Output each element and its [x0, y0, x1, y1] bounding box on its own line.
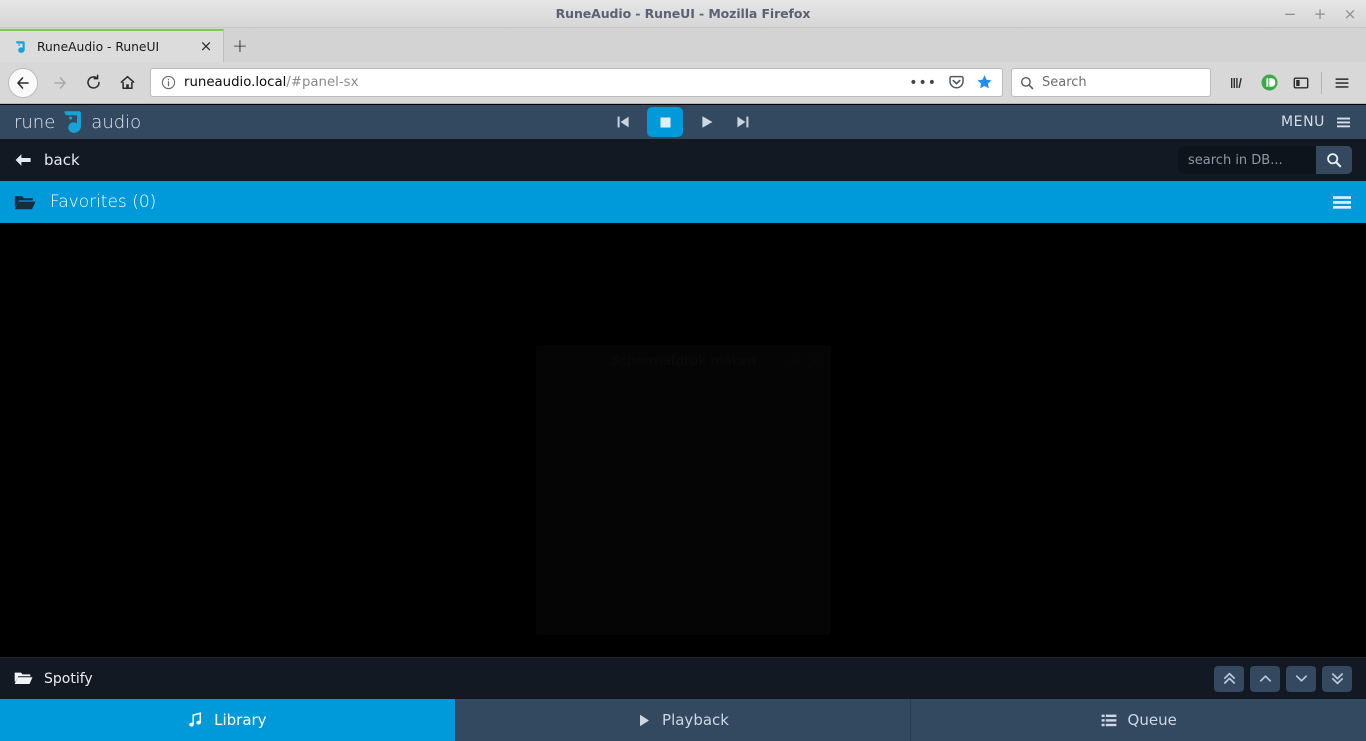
hamburger-menu-icon[interactable]	[1326, 67, 1358, 99]
page-info-icon[interactable]	[159, 74, 177, 92]
tab-queue[interactable]: Queue	[910, 699, 1366, 741]
app-subbar: back	[0, 139, 1366, 181]
runeaudio-logo[interactable]: rune audio	[14, 109, 141, 135]
favorites-label: Favorites (0)	[50, 192, 157, 212]
back-button[interactable]: back	[14, 151, 80, 169]
scroll-buttons	[1214, 665, 1352, 692]
tab-playback[interactable]: Playback	[454, 699, 911, 741]
db-search-group	[1178, 146, 1352, 174]
next-track-button[interactable]	[731, 110, 755, 134]
tab-library[interactable]: Library	[0, 699, 455, 741]
library-icon[interactable]	[1221, 67, 1253, 99]
favorites-bar[interactable]: Favorites (0)	[0, 181, 1366, 223]
runeaudio-app: rune audio MENU back search in DB... Fav…	[0, 105, 1366, 741]
browser-titlebar: RuneAudio - RuneUI - Mozilla Firefox − +…	[0, 0, 1366, 28]
list-menu-icon[interactable]	[1332, 194, 1352, 211]
browser-tab[interactable]: RuneAudio - RuneUI ×	[0, 29, 224, 62]
music-note-icon	[188, 712, 203, 728]
app-menu-button[interactable]: MENU	[1281, 114, 1352, 131]
app-menu-label: MENU	[1280, 114, 1325, 130]
window-maximize-button[interactable]: +	[1312, 6, 1328, 22]
tab-library-label: Library	[214, 711, 267, 729]
url-text: runeaudio.local/#panel-sx	[184, 75, 909, 90]
close-icon[interactable]: ×	[197, 37, 215, 56]
url-bar-actions: •••	[909, 74, 996, 91]
search-icon	[1020, 76, 1034, 90]
bottom-tabbar: Library Playback Queue	[0, 699, 1366, 741]
tab-queue-label: Queue	[1127, 711, 1177, 729]
ghost-dialog: Schermafdruk maken − ×	[536, 345, 831, 635]
scroll-up-button[interactable]	[1250, 665, 1280, 692]
arrow-left-icon	[14, 152, 32, 168]
pushbullet-addon-icon[interactable]	[1253, 67, 1285, 99]
browser-tab-title: RuneAudio - RuneUI	[37, 39, 160, 54]
stop-button[interactable]	[647, 107, 683, 137]
transport-controls	[0, 105, 1366, 139]
folder-open-icon	[14, 671, 33, 686]
logo-text-right: audio	[91, 111, 142, 133]
list-icon	[1101, 713, 1117, 728]
window-close-button[interactable]: ×	[1342, 6, 1358, 22]
sidebar-toggle-icon[interactable]	[1285, 67, 1317, 99]
arrow-right-icon	[42, 66, 76, 100]
status-bar: Spotify	[0, 657, 1366, 699]
browser-toolbar-icons	[1221, 67, 1358, 99]
home-icon[interactable]	[110, 66, 144, 100]
hamburger-menu-icon	[1335, 114, 1352, 131]
url-host: runeaudio.local	[184, 75, 287, 90]
url-path: /#panel-sx	[286, 75, 359, 90]
ghost-dialog-title: Schermafdruk maken	[611, 353, 756, 369]
new-tab-button[interactable]: +	[224, 29, 256, 62]
current-source[interactable]: Spotify	[14, 671, 93, 687]
play-button[interactable]	[695, 110, 719, 134]
play-icon	[637, 713, 651, 728]
back-button-label: back	[44, 151, 80, 169]
url-bar[interactable]: runeaudio.local/#panel-sx •••	[150, 68, 1003, 97]
star-icon[interactable]	[976, 74, 993, 91]
toolbar-divider	[1321, 71, 1322, 94]
window-controls: − + ×	[1282, 0, 1358, 28]
browser-tabstrip: RuneAudio - RuneUI × +	[0, 28, 1366, 62]
browser-navbar: runeaudio.local/#panel-sx ••• Search	[0, 62, 1366, 104]
pocket-icon[interactable]	[948, 74, 965, 91]
library-content-area: Schermafdruk maken − ×	[0, 223, 1366, 657]
reload-icon[interactable]	[76, 66, 110, 100]
previous-track-button[interactable]	[611, 110, 635, 134]
folder-open-icon	[14, 194, 36, 211]
db-search-input[interactable]	[1178, 146, 1316, 174]
window-title: RuneAudio - RuneUI - Mozilla Firefox	[555, 6, 811, 21]
scroll-down-button[interactable]	[1286, 665, 1316, 692]
db-search-button[interactable]	[1316, 146, 1352, 174]
runeaudio-favicon	[12, 38, 29, 55]
current-source-label: Spotify	[44, 670, 93, 687]
scroll-top-button[interactable]	[1214, 665, 1244, 692]
page-actions-icon[interactable]: •••	[909, 76, 937, 90]
browser-search-bar[interactable]: Search	[1011, 68, 1211, 97]
app-header: rune audio MENU	[0, 105, 1366, 139]
window-minimize-button[interactable]: −	[1282, 6, 1298, 22]
ghost-dialog-controls: − ×	[789, 353, 821, 367]
runeaudio-glyph-icon	[62, 109, 84, 135]
arrow-left-icon[interactable]	[8, 67, 38, 98]
ghost-close-button[interactable]: ×	[811, 353, 821, 367]
tab-playback-label: Playback	[662, 711, 729, 729]
scroll-bottom-button[interactable]	[1322, 665, 1352, 692]
ghost-minimize-button[interactable]: −	[789, 353, 799, 367]
logo-text-left: rune	[14, 111, 56, 133]
search-input[interactable]: Search	[1042, 75, 1087, 90]
